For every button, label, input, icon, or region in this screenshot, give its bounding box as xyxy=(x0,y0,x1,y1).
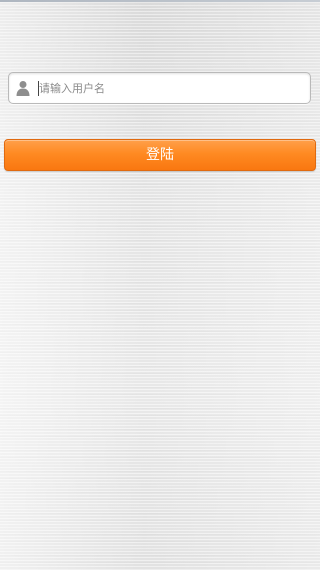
login-screen: 登陆 xyxy=(0,0,320,570)
username-field[interactable] xyxy=(8,72,311,104)
username-input[interactable] xyxy=(39,73,307,103)
top-edge xyxy=(0,0,320,2)
login-button[interactable]: 登陆 xyxy=(4,139,316,171)
user-icon xyxy=(16,80,30,96)
